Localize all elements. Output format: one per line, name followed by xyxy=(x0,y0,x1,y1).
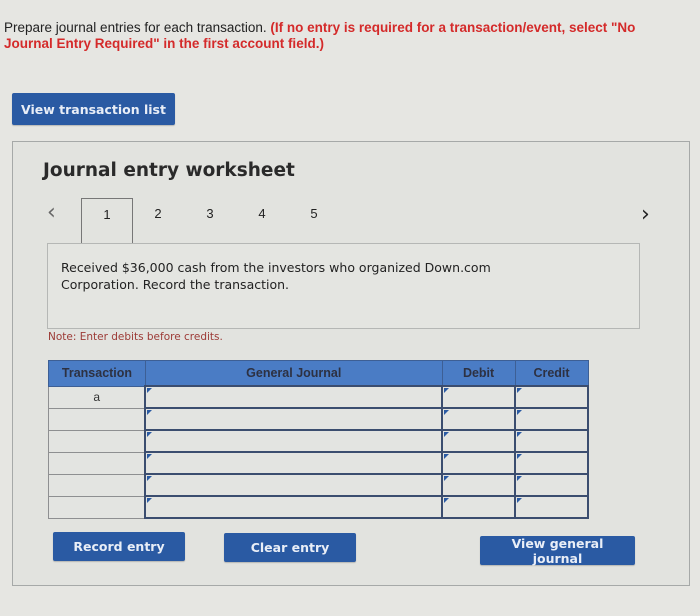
transaction-cell xyxy=(48,495,146,519)
view-general-journal-button[interactable]: View general journal xyxy=(480,536,635,566)
debit-input[interactable] xyxy=(441,495,517,519)
transaction-cell xyxy=(48,407,146,431)
account-input[interactable] xyxy=(144,407,444,431)
transaction-cell: a xyxy=(48,385,146,409)
credit-input[interactable] xyxy=(514,429,589,453)
chevron-right-icon[interactable]: › xyxy=(641,202,650,227)
account-input[interactable] xyxy=(144,473,444,497)
header-general-journal: General Journal xyxy=(144,360,443,387)
debit-input[interactable] xyxy=(441,429,517,453)
instructions: Prepare journal entries for each transac… xyxy=(4,20,644,52)
debit-input[interactable] xyxy=(441,473,517,497)
journal-row xyxy=(48,429,589,453)
note-text: Note: Enter debits before credits. xyxy=(48,331,223,343)
debit-input[interactable] xyxy=(441,385,517,409)
journal-entry-worksheet: Journal entry worksheet ‹ 1 2 3 4 5 › Re… xyxy=(12,141,690,586)
chevron-left-icon[interactable]: ‹ xyxy=(47,200,56,225)
credit-input[interactable] xyxy=(514,495,589,519)
journal-row xyxy=(48,495,589,519)
transaction-cell xyxy=(48,473,146,497)
account-input[interactable] xyxy=(144,451,444,475)
header-credit: Credit xyxy=(514,360,589,387)
header-transaction: Transaction xyxy=(48,360,146,387)
transaction-description: Received $36,000 cash from the investors… xyxy=(61,260,491,292)
tab-5[interactable]: 5 xyxy=(289,198,339,242)
account-input[interactable] xyxy=(144,429,444,453)
transaction-cell xyxy=(48,451,146,475)
journal-row xyxy=(48,407,589,431)
view-transaction-list-button[interactable]: View transaction list xyxy=(12,93,175,125)
clear-entry-button[interactable]: Clear entry xyxy=(224,533,356,562)
account-input[interactable] xyxy=(144,385,444,409)
journal-row xyxy=(48,473,589,497)
journal-row xyxy=(48,451,589,475)
credit-input[interactable] xyxy=(514,385,589,409)
credit-input[interactable] xyxy=(514,451,589,475)
credit-input[interactable] xyxy=(514,407,589,431)
instructions-text: Prepare journal entries for each transac… xyxy=(4,20,267,35)
journal-row: a xyxy=(48,385,589,409)
debit-input[interactable] xyxy=(441,407,517,431)
worksheet-title: Journal entry worksheet xyxy=(43,160,295,181)
journal-table: Transaction General Journal Debit Credit… xyxy=(48,360,589,519)
debit-input[interactable] xyxy=(441,451,517,475)
record-entry-button[interactable]: Record entry xyxy=(53,532,185,561)
tab-2[interactable]: 2 xyxy=(133,198,183,242)
tab-1[interactable]: 1 xyxy=(81,198,133,243)
transaction-description-box: Received $36,000 cash from the investors… xyxy=(47,243,640,329)
tab-3[interactable]: 3 xyxy=(185,198,235,242)
tab-4[interactable]: 4 xyxy=(237,198,287,242)
transaction-cell xyxy=(48,429,146,453)
account-input[interactable] xyxy=(144,495,444,519)
header-debit: Debit xyxy=(441,360,516,387)
credit-input[interactable] xyxy=(514,473,589,497)
